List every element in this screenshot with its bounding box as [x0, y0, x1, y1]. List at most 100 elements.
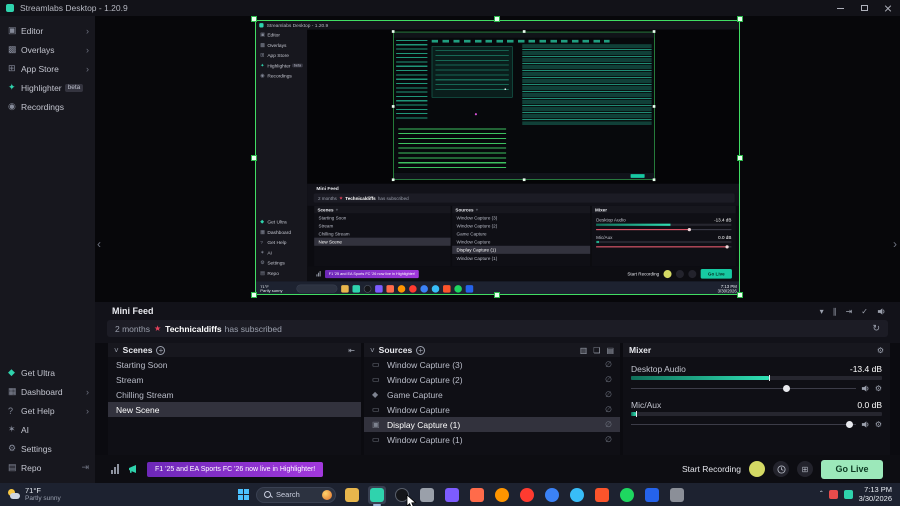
- minimize-button[interactable]: [828, 0, 852, 16]
- taskbar-app-icon[interactable]: [668, 486, 686, 504]
- scene-row-selected[interactable]: New Scene: [108, 402, 361, 417]
- minifeed-event[interactable]: 2 months ★ Technicaldiffs has subscribed…: [107, 320, 888, 337]
- preview-scene-row: New Scene: [314, 237, 451, 246]
- search-highlight-icon: [322, 489, 332, 500]
- streamlabs-app-icon[interactable]: [368, 485, 386, 506]
- channel-settings-gear-icon[interactable]: ⚙: [875, 420, 882, 429]
- add-source-button[interactable]: +: [416, 345, 426, 355]
- visibility-icon[interactable]: ∅: [605, 390, 612, 399]
- sidebar-item-ai[interactable]: ✶ AI: [0, 420, 95, 439]
- source-row[interactable]: ▭ Window Capture ∅: [364, 402, 620, 417]
- speaker-icon[interactable]: [861, 384, 870, 393]
- volume-slider[interactable]: [631, 383, 856, 393]
- pause-icon[interactable]: ∥: [833, 307, 837, 316]
- taskbar-app-icon[interactable]: [543, 486, 561, 504]
- slider-knob[interactable]: [783, 384, 791, 392]
- selection-handle[interactable]: [737, 155, 743, 161]
- slider-knob[interactable]: [846, 420, 854, 428]
- highlighter-icon: ✦: [8, 82, 16, 92]
- taskbar-app-icon[interactable]: [643, 486, 661, 504]
- sidebar-item-get-help[interactable]: ? Get Help ›: [0, 401, 95, 420]
- taskbar-app-icon[interactable]: [593, 486, 611, 504]
- sidebar-item-app-store[interactable]: ⊞ App Store ›: [0, 59, 95, 78]
- titlebar: Streamlabs Desktop - 1.20.9: [0, 0, 900, 16]
- volume-slider[interactable]: [631, 419, 856, 429]
- copy-icon[interactable]: ❏: [593, 346, 600, 355]
- sidebar-item-recordings[interactable]: ◉ Recordings: [0, 97, 95, 116]
- chevron-down-icon[interactable]: ˅: [370, 346, 375, 355]
- visibility-icon[interactable]: ∅: [605, 375, 612, 384]
- mixer-settings-gear-icon[interactable]: ⚙: [877, 346, 884, 355]
- scene-collapse-icon[interactable]: ⇤: [348, 346, 355, 355]
- close-button[interactable]: [876, 0, 900, 16]
- tray-app-icon[interactable]: [843, 490, 853, 499]
- taskbar-app-icon[interactable]: [568, 486, 586, 504]
- source-row[interactable]: ▭ Window Capture (1) ∅: [364, 432, 620, 447]
- notification-banner[interactable]: F1 '25 and EA Sports FC '26 now live in …: [147, 461, 324, 477]
- add-scene-button[interactable]: +: [156, 345, 166, 355]
- scene-row[interactable]: Stream: [108, 372, 361, 387]
- scene-row[interactable]: Chilling Stream: [108, 387, 361, 402]
- filter-icon[interactable]: ▾: [820, 307, 824, 316]
- layout-grid-button[interactable]: ⊞: [797, 461, 813, 477]
- tray-app-icon[interactable]: [828, 490, 838, 499]
- editor-canvas[interactable]: ‹ › Streamlabs Desktop - 1.20.9 ▣ Editor …: [95, 16, 900, 302]
- speaker-icon[interactable]: [877, 307, 886, 316]
- megaphone-icon[interactable]: [128, 464, 138, 474]
- taskbar-app-icon[interactable]: [418, 486, 436, 504]
- sidebar-item-overlays[interactable]: ▩ Overlays ›: [0, 40, 95, 59]
- selection-handle[interactable]: [737, 16, 743, 22]
- expand-panel-icon[interactable]: ›: [893, 238, 897, 250]
- source-name: Window Capture (2): [387, 374, 463, 385]
- channel-settings-gear-icon[interactable]: ⚙: [875, 384, 882, 393]
- taskbar-app-icon[interactable]: [518, 486, 536, 504]
- collapse-sidebar-icon[interactable]: ‹: [97, 238, 101, 250]
- performance-stats-icon[interactable]: [111, 464, 119, 474]
- monitor-icon[interactable]: ▥: [580, 346, 588, 355]
- source-row[interactable]: ▭ Window Capture (3) ∅: [364, 357, 620, 372]
- timer-button[interactable]: [773, 461, 789, 477]
- weather-widget[interactable]: 71°F Partly sunny: [0, 487, 238, 502]
- sidebar-item-settings[interactable]: ⚙ Settings: [0, 439, 95, 458]
- visibility-icon[interactable]: ∅: [605, 405, 612, 414]
- selection-handle[interactable]: [494, 16, 500, 22]
- start-recording-button[interactable]: Start Recording: [682, 464, 741, 474]
- chevron-down-icon[interactable]: ˅: [114, 346, 119, 355]
- selection-handle[interactable]: [251, 292, 257, 298]
- source-row-selected[interactable]: ▣ Display Capture (1) ∅: [364, 417, 620, 432]
- maximize-button[interactable]: [852, 0, 876, 16]
- sidebar-item-get-ultra[interactable]: ◆ Get Ultra: [0, 363, 95, 382]
- visibility-icon[interactable]: ∅: [605, 360, 612, 369]
- record-button[interactable]: [749, 461, 765, 477]
- preview-sidebar-item: ▦ Dashboard: [256, 227, 307, 237]
- start-button[interactable]: [238, 489, 249, 500]
- taskbar-app-icon[interactable]: [618, 486, 636, 504]
- source-row[interactable]: ▭ Window Capture (2) ∅: [364, 372, 620, 387]
- taskbar-app-icon[interactable]: [493, 486, 511, 504]
- taskbar-app-icon[interactable]: [468, 486, 486, 504]
- file-explorer-icon[interactable]: [343, 486, 361, 504]
- skip-to-latest-icon[interactable]: ⇥: [846, 307, 853, 316]
- mark-read-icon[interactable]: ✓: [861, 307, 868, 316]
- selection-handle[interactable]: [494, 292, 500, 298]
- sidebar-item-repo[interactable]: ▤ Repo ⇥: [0, 458, 95, 477]
- visibility-icon[interactable]: ∅: [605, 420, 612, 429]
- folder-icon[interactable]: ▤: [606, 346, 614, 355]
- refresh-icon[interactable]: ↻: [872, 323, 880, 334]
- sidebar-item-highlighter[interactable]: ✦ Highlighter beta: [0, 78, 95, 97]
- selection-handle[interactable]: [251, 16, 257, 22]
- speaker-icon[interactable]: [861, 420, 870, 429]
- go-live-button[interactable]: Go Live: [821, 459, 883, 479]
- visibility-icon[interactable]: ∅: [605, 435, 612, 444]
- taskbar-clock[interactable]: 7:13 PM 3/30/2026: [859, 485, 892, 503]
- selection-handle[interactable]: [251, 155, 257, 161]
- sidebar-item-dashboard[interactable]: ▦ Dashboard ›: [0, 382, 95, 401]
- taskbar-search[interactable]: Search: [256, 486, 336, 503]
- display-capture-preview[interactable]: Streamlabs Desktop - 1.20.9 ▣ Editor ▩ Ove…: [255, 20, 740, 295]
- tray-chevron-icon[interactable]: ˆ: [820, 490, 823, 499]
- source-row[interactable]: ◆ Game Capture ∅: [364, 387, 620, 402]
- selection-handle[interactable]: [737, 292, 743, 298]
- sidebar-item-editor[interactable]: ▣ Editor ›: [0, 21, 95, 40]
- scene-row[interactable]: Starting Soon: [108, 357, 361, 372]
- taskbar-app-icon[interactable]: [443, 486, 461, 504]
